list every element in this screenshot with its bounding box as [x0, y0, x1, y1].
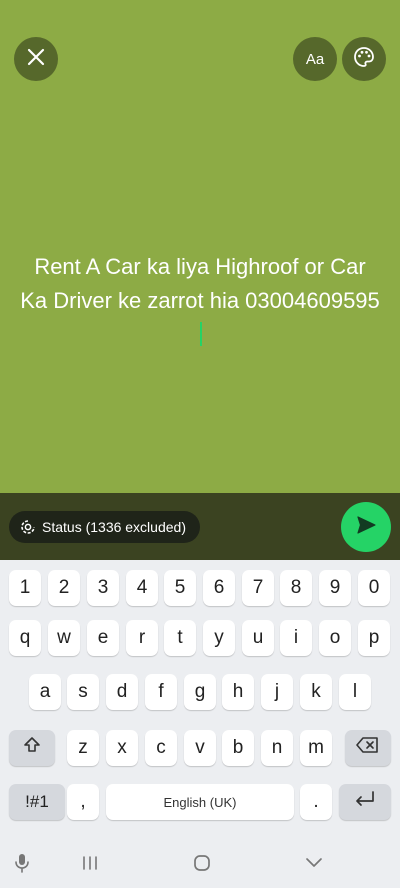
key-8[interactable]: 8 [280, 570, 312, 606]
key-comma[interactable]: , [67, 784, 99, 820]
home-button[interactable] [190, 852, 214, 878]
status-privacy-icon [20, 519, 36, 535]
key-d[interactable]: d [106, 674, 138, 710]
key-6[interactable]: 6 [203, 570, 235, 606]
color-palette-button[interactable] [342, 37, 386, 81]
key-c[interactable]: c [145, 730, 177, 766]
key-o[interactable]: o [319, 620, 351, 656]
voice-input-button[interactable] [10, 852, 34, 878]
key-j[interactable]: j [261, 674, 293, 710]
key-a[interactable]: a [29, 674, 61, 710]
key-n[interactable]: n [261, 730, 293, 766]
navigation-bar [0, 842, 400, 888]
key-3[interactable]: 3 [87, 570, 119, 606]
key-y[interactable]: y [203, 620, 235, 656]
key-4[interactable]: 4 [126, 570, 158, 606]
key-l[interactable]: l [339, 674, 371, 710]
key-k[interactable]: k [300, 674, 332, 710]
recent-apps-button[interactable] [78, 852, 102, 878]
hide-keyboard-button[interactable] [302, 852, 326, 878]
enter-icon [353, 790, 377, 814]
audience-selector[interactable]: Status (1336 excluded) [9, 511, 200, 543]
audience-label: Status (1336 excluded) [42, 519, 186, 535]
key-5[interactable]: 5 [164, 570, 196, 606]
key-period[interactable]: . [300, 784, 332, 820]
key-z[interactable]: z [67, 730, 99, 766]
text-cursor [199, 322, 202, 346]
close-button[interactable] [14, 37, 58, 81]
space-key[interactable]: English (UK) [106, 784, 294, 820]
home-icon [193, 854, 211, 877]
key-v[interactable]: v [184, 730, 216, 766]
palette-icon [353, 46, 375, 73]
microphone-icon [14, 852, 30, 879]
close-icon [27, 48, 45, 71]
key-p[interactable]: p [358, 620, 390, 656]
backspace-icon [356, 736, 380, 760]
status-footer: Status (1336 excluded) [0, 493, 400, 560]
key-0[interactable]: 0 [358, 570, 390, 606]
status-canvas[interactable]: Aa Rent A Car ka liya Highroof or Car Ka… [0, 0, 400, 493]
key-7[interactable]: 7 [242, 570, 274, 606]
key-i[interactable]: i [280, 620, 312, 656]
key-b[interactable]: b [222, 730, 254, 766]
font-label: Aa [305, 50, 325, 68]
key-g[interactable]: g [184, 674, 216, 710]
key-r[interactable]: r [126, 620, 158, 656]
key-u[interactable]: u [242, 620, 274, 656]
key-m[interactable]: m [300, 730, 332, 766]
key-9[interactable]: 9 [319, 570, 351, 606]
key-2[interactable]: 2 [48, 570, 80, 606]
key-e[interactable]: e [87, 620, 119, 656]
chevron-down-icon [304, 856, 324, 875]
enter-key[interactable] [339, 784, 391, 820]
key-w[interactable]: w [48, 620, 80, 656]
key-q[interactable]: q [9, 620, 41, 656]
font-button[interactable]: Aa [293, 37, 337, 81]
shift-key[interactable] [9, 730, 55, 766]
recent-apps-icon [81, 855, 99, 876]
key-h[interactable]: h [222, 674, 254, 710]
key-t[interactable]: t [164, 620, 196, 656]
shift-icon [22, 735, 42, 761]
key-s[interactable]: s [67, 674, 99, 710]
key-1[interactable]: 1 [9, 570, 41, 606]
send-button[interactable] [341, 502, 391, 552]
key-x[interactable]: x [106, 730, 138, 766]
status-text-input[interactable]: Rent A Car ka liya Highroof or Car Ka Dr… [20, 250, 380, 352]
backspace-key[interactable] [345, 730, 391, 766]
status-text: Rent A Car ka liya Highroof or Car Ka Dr… [20, 254, 380, 313]
keyboard: 1 2 3 4 5 6 7 8 9 0 q w e r t y u i o p … [0, 560, 400, 842]
send-icon [355, 514, 377, 541]
key-f[interactable]: f [145, 674, 177, 710]
symbols-key[interactable]: !#1 [9, 784, 65, 820]
